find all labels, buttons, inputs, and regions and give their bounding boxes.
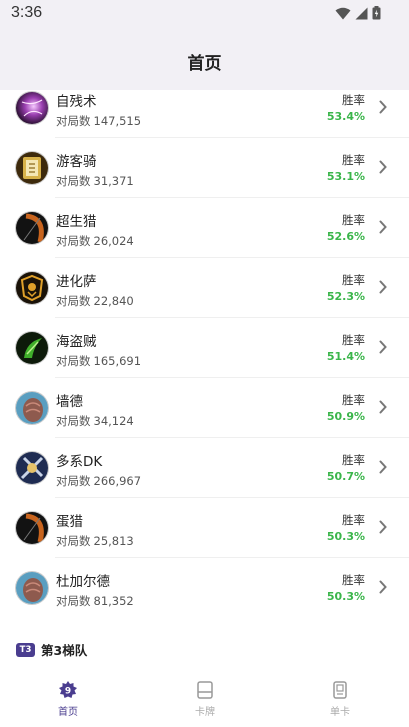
druid-deck-icon (16, 572, 48, 604)
chevron-right-icon (379, 160, 387, 174)
winrate-label: 胜率 (342, 273, 365, 287)
games-count: 对局数 26,024 (56, 234, 134, 248)
winrate-label: 胜率 (342, 393, 365, 407)
tier-badge: T3 (16, 642, 35, 657)
tier-section-header: T3 第3梯队 (16, 640, 87, 659)
tab-cards[interactable]: 卡牌 (165, 680, 245, 722)
winrate-value: 50.3% (326, 590, 365, 603)
hunter-deck-icon (16, 512, 48, 544)
chevron-right-icon (379, 400, 387, 414)
winrate-value: 53.1% (326, 170, 365, 183)
deck-row-5[interactable]: 海盗贼 对局数 165,691 胜率 51.4% (0, 318, 409, 378)
deck-row-8[interactable]: 蛋猎 对局数 25,813 胜率 50.3% (0, 498, 409, 558)
deck-name: 自残术 (56, 94, 97, 110)
winrate-value: 50.7% (326, 470, 365, 483)
winrate-label: 胜率 (342, 213, 365, 227)
shaman-deck-icon (16, 272, 48, 304)
winrate-value: 52.3% (326, 290, 365, 303)
chevron-right-icon (379, 340, 387, 354)
death-knight-deck-icon (16, 452, 48, 484)
games-count: 对局数 147,515 (56, 114, 142, 128)
tab-home[interactable]: 9 首页 (28, 680, 108, 722)
top-header: 3:36 首页 (0, 0, 409, 90)
cellular-signal-icon (355, 7, 368, 19)
tier-label: 第3梯队 (41, 643, 88, 658)
games-count: 对局数 25,813 (56, 534, 134, 548)
games-count: 对局数 34,124 (56, 414, 134, 428)
tab-label: 单卡 (330, 707, 350, 718)
paladin-deck-icon (16, 152, 48, 184)
winrate-label: 胜率 (342, 93, 365, 107)
chevron-right-icon (379, 100, 387, 114)
status-icons (335, 6, 381, 20)
winrate-label: 胜率 (342, 513, 365, 527)
deck-row-7[interactable]: 多系DK 对局数 266,967 胜率 50.7% (0, 438, 409, 498)
deck-row-4[interactable]: 进化萨 对局数 22,840 胜率 52.3% (0, 258, 409, 318)
druid-deck-icon (16, 392, 48, 424)
deck-name: 多系DK (56, 454, 103, 470)
deck-list[interactable]: 自残术 对局数 147,515 胜率 53.4% 游客骑 对局数 31,371 胜率… (0, 80, 409, 662)
deck-row-6[interactable]: 墙德 对局数 34,124 胜率 50.9% (0, 378, 409, 438)
deck-name: 海盗贼 (56, 334, 97, 350)
warlock-deck-icon (16, 92, 48, 124)
hunter-deck-icon (16, 212, 48, 244)
deck-row-2[interactable]: 游客骑 对局数 31,371 胜率 53.1% (0, 138, 409, 198)
winrate-value: 50.9% (326, 410, 365, 423)
winrate-label: 胜率 (342, 573, 365, 587)
deck-name: 蛋猎 (56, 514, 83, 530)
games-count: 对局数 266,967 (56, 474, 142, 488)
winrate-label: 胜率 (342, 153, 365, 167)
games-count: 对局数 31,371 (56, 174, 134, 188)
chevron-right-icon (379, 580, 387, 594)
battery-icon (372, 6, 381, 20)
chevron-right-icon (379, 520, 387, 534)
bottom-tab-bar: 9 首页 卡牌 单卡 (0, 672, 409, 727)
card-icon (197, 681, 213, 699)
deck-row-1[interactable]: 自残术 对局数 147,515 胜率 53.4% (0, 80, 409, 138)
winrate-value: 53.4% (326, 110, 365, 123)
tab-label: 首页 (58, 707, 78, 718)
games-count: 对局数 22,840 (56, 294, 134, 308)
home-icon: 9 (59, 681, 77, 698)
rogue-deck-icon (16, 332, 48, 364)
svg-text:9: 9 (65, 687, 71, 697)
deck-name: 进化萨 (56, 274, 97, 290)
winrate-value: 50.3% (326, 530, 365, 543)
games-count: 对局数 165,691 (56, 354, 142, 368)
deck-name: 游客骑 (56, 154, 97, 170)
winrate-value: 51.4% (326, 350, 365, 363)
deck-row-3[interactable]: 超生猎 对局数 26,024 胜率 52.6% (0, 198, 409, 258)
wifi-icon (335, 7, 351, 19)
winrate-label: 胜率 (342, 453, 365, 467)
chevron-right-icon (379, 220, 387, 234)
status-bar: 3:36 (0, 0, 409, 28)
deck-name: 杜加尔德 (56, 574, 110, 590)
page-title: 首页 (187, 54, 222, 74)
deck-name: 墙德 (56, 394, 83, 410)
single-card-icon (333, 681, 347, 699)
tab-single-card[interactable]: 单卡 (300, 680, 380, 722)
games-count: 对局数 81,352 (56, 594, 134, 608)
deck-row-9[interactable]: 杜加尔德 对局数 81,352 胜率 50.3% (0, 558, 409, 618)
chevron-right-icon (379, 280, 387, 294)
winrate-label: 胜率 (342, 333, 365, 347)
chevron-right-icon (379, 460, 387, 474)
status-time: 3:36 (11, 4, 43, 21)
tab-label: 卡牌 (195, 707, 215, 718)
winrate-value: 52.6% (326, 230, 365, 243)
deck-name: 超生猎 (56, 214, 97, 230)
